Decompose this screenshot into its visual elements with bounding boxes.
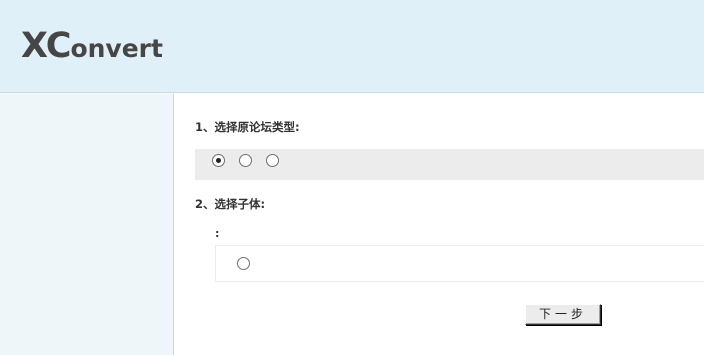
- sub-option-label: :: [215, 227, 220, 240]
- source-type-options: [195, 149, 704, 180]
- main-content: 1、选择原论坛类型: 2、选择子体: : 下一步: [175, 94, 704, 355]
- source-type-radio-2[interactable]: [239, 154, 252, 167]
- header: XConvert: [0, 0, 704, 93]
- logo-small-letters: onvert: [70, 34, 163, 63]
- source-type-radio-1[interactable]: [212, 154, 225, 167]
- next-step-button[interactable]: 下一步: [525, 304, 601, 325]
- sub-option-radio-1[interactable]: [237, 257, 250, 270]
- logo-big-letters: XC: [21, 26, 71, 66]
- step2-title: 2、选择子体:: [195, 197, 266, 211]
- sub-option-box: [215, 245, 704, 282]
- source-type-radio-3[interactable]: [266, 154, 279, 167]
- sidebar: [0, 94, 174, 355]
- step1-title: 1、选择原论坛类型:: [195, 120, 300, 134]
- app-logo: XConvert: [21, 26, 163, 66]
